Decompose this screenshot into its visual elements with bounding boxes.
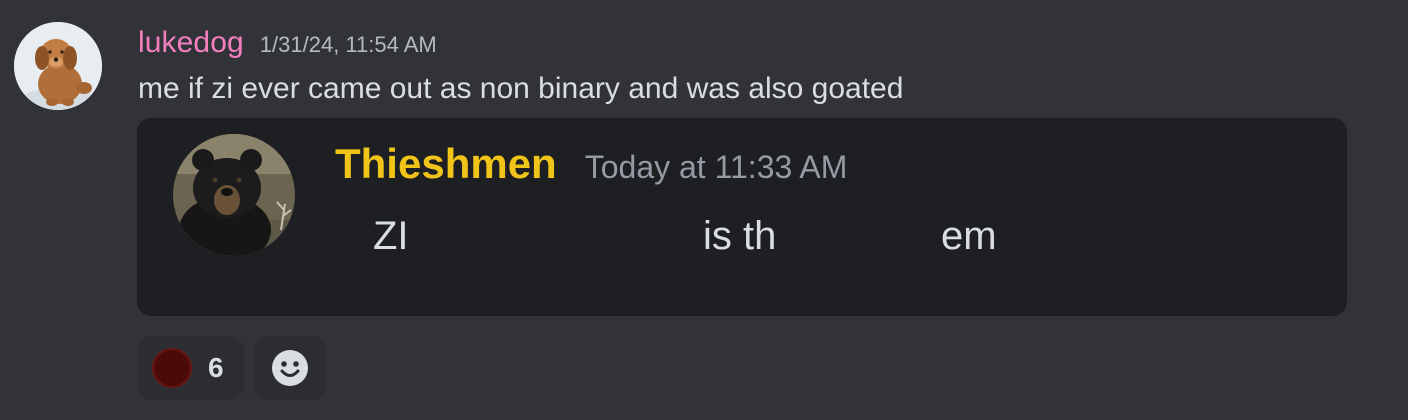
smiley-icon [272,350,308,386]
author-username[interactable]: lukedog [138,26,244,60]
reaction-count: 6 [208,352,224,383]
add-reaction-button[interactable] [254,336,326,400]
embed-text-fragment: ZI [373,214,409,258]
chat-message: lukedog 1/31/24, 11:54 AM me if zi ever … [0,0,1408,420]
embed-author-avatar [173,134,295,256]
message-content: me if zi ever came out as non binary and… [138,72,904,105]
embed-text-fragment: is th [703,214,777,258]
message-embed[interactable]: Thieshmen Today at 11:33 AM ZI is th em [137,118,1347,316]
message-header: lukedog 1/31/24, 11:54 AM [138,26,437,60]
embed-author-username: Thieshmen [335,140,557,187]
puppy-avatar-image [14,22,102,110]
message-timestamp: 1/31/24, 11:54 AM [259,32,437,57]
embed-text-fragment: em [941,214,997,258]
embed-header: Thieshmen Today at 11:33 AM [335,140,847,188]
author-avatar[interactable] [14,22,102,110]
embed-timestamp: Today at 11:33 AM [584,149,848,185]
reaction-button[interactable]: 6 [138,336,244,400]
black-bear-avatar-image [173,134,295,256]
dark-red-circle-emoji-icon [152,348,192,388]
reactions-bar: 6 [138,336,326,400]
